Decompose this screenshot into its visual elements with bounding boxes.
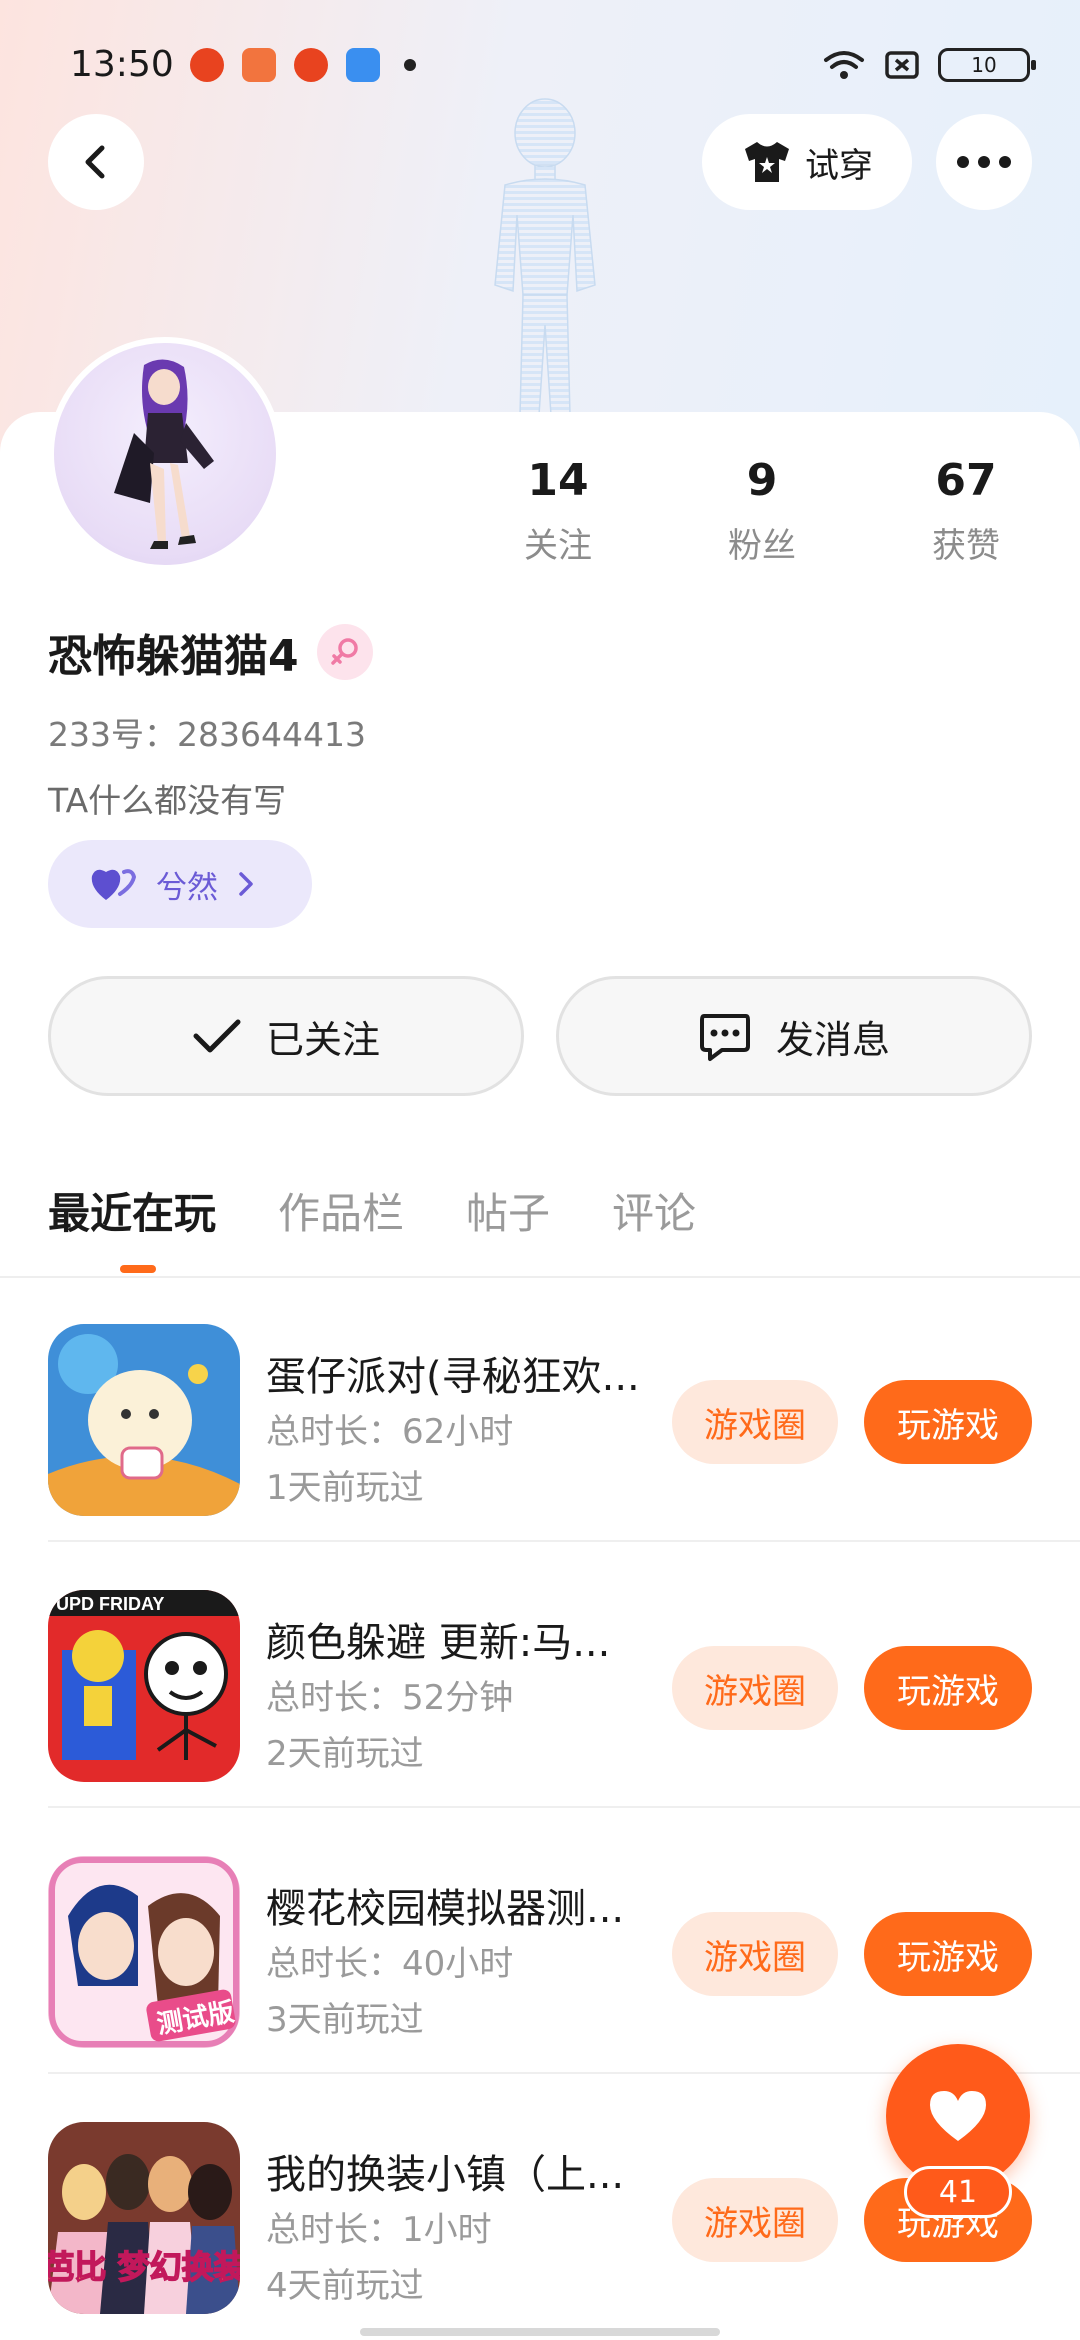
- double-heart-icon: [91, 869, 137, 900]
- game-play-duration: 总时长：52分钟: [266, 1678, 514, 1718]
- user-id: 233号：283644413: [48, 715, 366, 754]
- play-game-button[interactable]: 玩游戏: [864, 1646, 1032, 1730]
- battery-indicator: 10: [938, 48, 1036, 82]
- color-dodge-icon[interactable]: UPD FRIDAY: [48, 1590, 240, 1782]
- try-on-label: 试穿: [805, 145, 873, 186]
- home-indicator[interactable]: [360, 2328, 720, 2336]
- app-notification-icon: [190, 48, 224, 82]
- chat-bubble-icon: [699, 1014, 750, 1061]
- stat-value: 67: [935, 455, 997, 506]
- notification-icons: [190, 48, 416, 82]
- sim-error-icon: [885, 51, 919, 79]
- stat-following[interactable]: 14 关注: [458, 455, 658, 567]
- game-notification-icon: [242, 48, 276, 82]
- app-notification-icon: [294, 48, 328, 82]
- try-on-button[interactable]: 试穿: [702, 114, 912, 210]
- checkmark-icon: [193, 1019, 241, 1053]
- like-count-badge: 41: [904, 2166, 1012, 2218]
- sakura-school-icon[interactable]: 测试版: [48, 1856, 240, 2048]
- send-message-label: 发消息: [775, 1017, 890, 1062]
- profile-bio: TA什么都没有写: [48, 781, 287, 820]
- more-dots-icon: [957, 156, 1011, 168]
- stat-label: 获赞: [932, 526, 1000, 566]
- tab-works[interactable]: 作品栏: [278, 1180, 404, 1241]
- back-button[interactable]: [48, 114, 144, 210]
- game-circle-button[interactable]: 游戏圈: [672, 1912, 838, 1996]
- game-last-played: 2天前玩过: [266, 1734, 424, 1774]
- battery-level: 10: [971, 53, 997, 77]
- profile-nickname: 恐怖躲猫猫4: [48, 631, 299, 682]
- game-last-played: 1天前玩过: [266, 1468, 424, 1508]
- app-notification-icon: [346, 48, 380, 82]
- game-last-played: 4天前玩过: [266, 2266, 424, 2306]
- game-title: 蛋仔派对(寻秘狂欢...: [266, 1354, 640, 1400]
- list-item[interactable]: 测试版 樱花校园模拟器测... 总时长：40小时 3天前玩过 游戏圈 玩游戏: [0, 1808, 1080, 2074]
- active-tab-indicator: [120, 1265, 156, 1273]
- game-title: 我的换装小镇（上...: [266, 2152, 625, 2198]
- profile-stats: 14 关注 9 粉丝 67 获赞: [0, 455, 1080, 585]
- stat-value: 9: [746, 455, 778, 506]
- game-title: 樱花校园模拟器测...: [266, 1886, 625, 1932]
- dress-up-town-icon[interactable]: 芭比 梦幻换装: [48, 2122, 240, 2314]
- play-game-button[interactable]: 玩游戏: [864, 1912, 1032, 1996]
- avatar-figure-silhouette: [494, 98, 596, 416]
- tab-comments[interactable]: 评论: [612, 1180, 696, 1241]
- game-icon-caption: 芭比 梦幻换装: [48, 2248, 240, 2286]
- heart-icon: [930, 2091, 986, 2141]
- status-time: 13:50: [70, 44, 174, 85]
- list-item[interactable]: 蛋仔派对(寻秘狂欢... 总时长：62小时 1天前玩过 游戏圈 玩游戏: [0, 1276, 1080, 1542]
- more-options-button[interactable]: [936, 114, 1032, 210]
- play-game-button[interactable]: 玩游戏: [864, 1380, 1032, 1464]
- game-play-duration: 总时长：62小时: [266, 1412, 514, 1452]
- game-circle-button[interactable]: 游戏圈: [672, 2178, 838, 2262]
- stat-likes[interactable]: 67 获赞: [866, 455, 1066, 567]
- wifi-icon: [824, 51, 864, 79]
- chevron-right-icon: [239, 872, 253, 896]
- status-bar: 13:50 10: [0, 0, 1080, 130]
- stat-followers[interactable]: 9 粉丝: [662, 455, 862, 567]
- nickname-row: 恐怖躲猫猫4: [48, 620, 373, 684]
- send-message-button[interactable]: 发消息: [556, 976, 1032, 1096]
- eggy-party-icon[interactable]: [48, 1324, 240, 1516]
- game-circle-button[interactable]: 游戏圈: [672, 1380, 838, 1464]
- stat-label: 关注: [524, 526, 592, 566]
- list-item[interactable]: UPD FRIDAY 颜色躲避 更新:马... 总时长：52分钟 2天前玩过 游…: [0, 1542, 1080, 1808]
- relationship-tag-button[interactable]: 兮然: [48, 840, 312, 928]
- status-indicators: 10: [822, 48, 1036, 82]
- tab-recently-played[interactable]: 最近在玩: [48, 1180, 216, 1241]
- game-play-duration: 总时长：1小时: [266, 2210, 492, 2250]
- relationship-tag-label: 兮然: [156, 869, 218, 906]
- followed-label: 已关注: [265, 1017, 380, 1062]
- female-gender-icon: [316, 624, 373, 680]
- chevron-left-icon: [85, 145, 105, 179]
- game-play-duration: 总时长：40小时: [266, 1944, 514, 1984]
- game-icon-caption: UPD FRIDAY: [56, 1594, 164, 1614]
- game-circle-button[interactable]: 游戏圈: [672, 1646, 838, 1730]
- shirt-icon: [745, 142, 789, 182]
- game-title: 颜色躲避 更新:马...: [266, 1620, 611, 1666]
- stat-value: 14: [527, 455, 589, 506]
- stat-label: 粉丝: [728, 526, 796, 566]
- more-notifications-dot: [404, 59, 416, 71]
- tab-posts[interactable]: 帖子: [466, 1180, 550, 1241]
- game-last-played: 3天前玩过: [266, 2000, 424, 2040]
- followed-button[interactable]: 已关注: [48, 976, 524, 1096]
- content-tabs: 最近在玩 作品栏 帖子 评论: [48, 1180, 696, 1241]
